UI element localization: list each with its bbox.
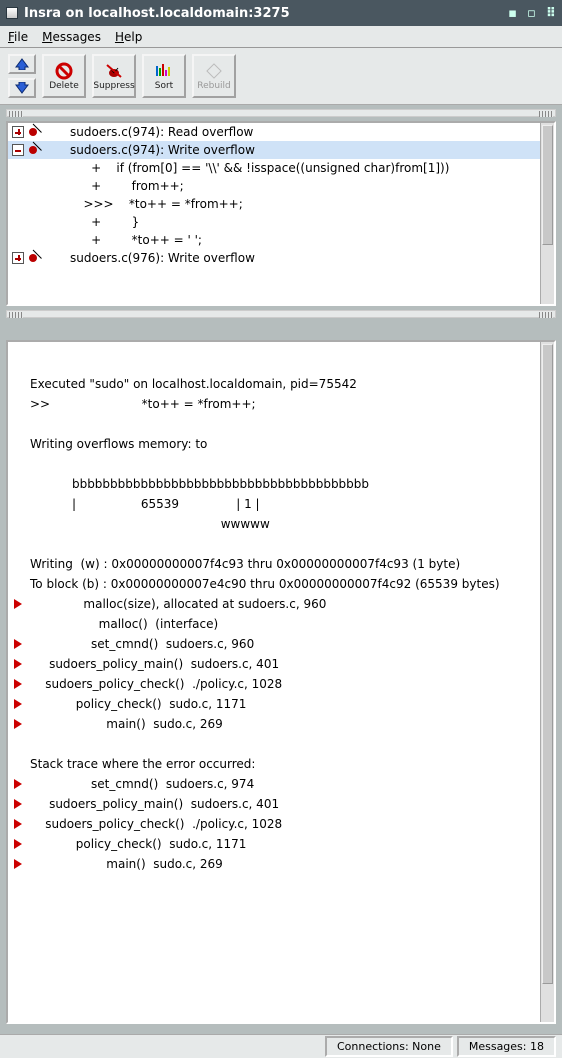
close-icon[interactable]: ⠿ xyxy=(546,6,556,21)
stack-arrow-icon xyxy=(14,639,22,649)
menu-messages[interactable]: Messages xyxy=(42,30,101,44)
code-row: >>> *to++ = *from++; xyxy=(8,195,554,213)
stack-arrow-icon xyxy=(14,719,22,729)
bug-icon xyxy=(26,252,38,264)
status-messages: Messages: 18 xyxy=(457,1036,556,1057)
menu-file[interactable]: File xyxy=(8,30,28,44)
stack-arrow-icon xyxy=(14,699,22,709)
rebuild-icon xyxy=(204,62,224,80)
stack-arrow-icon xyxy=(14,799,22,809)
summary-text: sudoers.c(974): Write overflow xyxy=(70,143,255,157)
stack-arrow-icon xyxy=(14,839,22,849)
stack-arrow-icon xyxy=(14,599,22,609)
maximize-icon[interactable]: ▫ xyxy=(527,6,536,21)
window-titlebar[interactable]: Insra on localhost.localdomain:3275 ▪ ▫ … xyxy=(0,0,562,26)
suppress-label: Suppress xyxy=(93,81,134,91)
arrow-down-icon xyxy=(14,82,30,94)
minimize-icon[interactable]: ▪ xyxy=(508,6,517,21)
stack-arrow-icon xyxy=(14,819,22,829)
expand-icon[interactable] xyxy=(12,126,24,138)
detail-body: Executed "sudo" on localhost.localdomain… xyxy=(8,342,554,884)
summary-row[interactable]: sudoers.c(974): Read overflow xyxy=(8,123,554,141)
menubar: File Messages Help xyxy=(0,26,562,48)
window-title: Insra on localhost.localdomain:3275 xyxy=(24,6,290,21)
arrow-up-icon xyxy=(14,58,30,70)
code-row: + } xyxy=(8,213,554,231)
statusbar: Connections: None Messages: 18 xyxy=(0,1034,562,1058)
code-row: + from++; xyxy=(8,177,554,195)
sort-icon xyxy=(154,62,174,80)
summary-text: sudoers.c(974): Read overflow xyxy=(70,125,253,139)
summary-pane[interactable]: sudoers.c(974): Read overflow sudoers.c(… xyxy=(6,121,556,306)
code-row: + *to++ = ' '; xyxy=(8,231,554,249)
rebuild-label: Rebuild xyxy=(197,81,231,91)
rebuild-button[interactable]: Rebuild xyxy=(192,54,236,98)
bug-icon xyxy=(26,126,38,138)
nav-up-button[interactable] xyxy=(8,54,36,74)
stack-arrow-icon xyxy=(14,659,22,669)
stack-arrow-icon xyxy=(14,679,22,689)
status-connections: Connections: None xyxy=(325,1036,453,1057)
summary-row[interactable]: sudoers.c(976): Write overflow xyxy=(8,249,554,267)
splitter-top[interactable] xyxy=(6,109,556,117)
suppress-icon xyxy=(104,62,124,80)
delete-label: Delete xyxy=(49,81,79,91)
menu-help[interactable]: Help xyxy=(115,30,142,44)
scrollbar[interactable] xyxy=(540,342,554,1022)
bug-icon xyxy=(26,144,38,156)
suppress-button[interactable]: Suppress xyxy=(92,54,136,98)
summary-row[interactable]: sudoers.c(974): Write overflow xyxy=(8,141,554,159)
delete-button[interactable]: Delete xyxy=(42,54,86,98)
expand-icon[interactable] xyxy=(12,252,24,264)
sort-button[interactable]: Sort xyxy=(142,54,186,98)
stack-arrow-icon xyxy=(14,859,22,869)
splitter-middle[interactable] xyxy=(6,310,556,318)
nav-down-button[interactable] xyxy=(8,78,36,98)
stack-arrow-icon xyxy=(14,779,22,789)
toolbar: Delete Suppress Sort Rebuild xyxy=(0,48,562,105)
detail-pane[interactable]: Executed "sudo" on localhost.localdomain… xyxy=(6,340,556,1024)
window-icon xyxy=(6,7,18,19)
scrollbar[interactable] xyxy=(540,123,554,304)
sort-label: Sort xyxy=(155,81,173,91)
delete-icon xyxy=(54,62,74,80)
collapse-icon[interactable] xyxy=(12,144,24,156)
code-row: + if (from[0] == '\\' && !isspace((unsig… xyxy=(8,159,554,177)
summary-text: sudoers.c(976): Write overflow xyxy=(70,251,255,265)
